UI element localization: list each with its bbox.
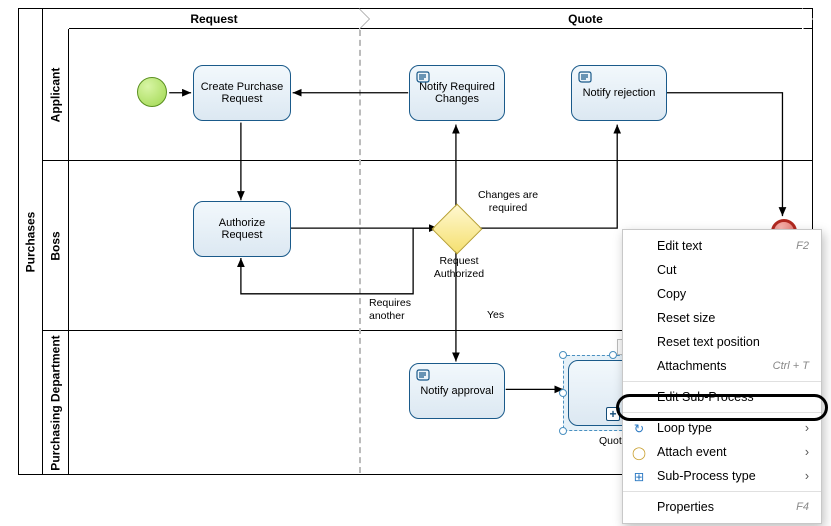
start-event[interactable] [137, 77, 167, 107]
pool-title-text: Purchases [24, 211, 38, 272]
task-label: Notify approval [420, 385, 493, 397]
menu-separator [623, 381, 821, 382]
lane-title-text: Purchasing Department [49, 335, 63, 470]
gateway-label-authorized: Request Authorized [431, 255, 487, 280]
subprocess-icon: ⊞ [631, 469, 647, 484]
menu-edit-subprocess[interactable]: Edit Sub-Process [623, 385, 821, 409]
task-authorize[interactable]: Authorize Request [193, 201, 291, 257]
menu-attach-event[interactable]: ◯ Attach event › [623, 440, 821, 464]
menu-label: Sub-Process type [657, 469, 756, 483]
script-icon [416, 70, 430, 87]
pool-title: Purchases [19, 9, 43, 474]
menu-attachments[interactable]: Attachments Ctrl + T [623, 354, 821, 378]
menu-copy[interactable]: Copy [623, 282, 821, 306]
menu-reset-size[interactable]: Reset size [623, 306, 821, 330]
menu-edit-text[interactable]: Edit text F2 [623, 234, 821, 258]
task-label: Notify rejection [583, 87, 656, 99]
menu-label: Edit Sub-Process [657, 390, 754, 404]
menu-label: Reset size [657, 311, 715, 325]
gateway-label-requires: Requires another [369, 297, 421, 322]
chevron-right-icon: › [805, 469, 809, 483]
menu-label: Reset text position [657, 335, 760, 349]
menu-shortcut: F2 [796, 240, 809, 252]
menu-reset-text-position[interactable]: Reset text position [623, 330, 821, 354]
task-notify-approval[interactable]: Notify approval [409, 363, 505, 419]
menu-subprocess-type[interactable]: ⊞ Sub-Process type › [623, 464, 821, 488]
menu-shortcut: Ctrl + T [773, 360, 809, 372]
phase-label: Quote [568, 12, 603, 26]
phase-request[interactable]: Request [69, 9, 359, 28]
menu-properties[interactable]: Properties F4 [623, 495, 821, 519]
menu-label: Cut [657, 263, 676, 277]
phase-quote[interactable]: Quote [359, 9, 812, 28]
menu-loop-type[interactable]: ↻ Loop type › [623, 416, 821, 440]
expand-icon[interactable]: + [606, 407, 620, 421]
menu-shortcut: F4 [796, 501, 809, 513]
resize-handle[interactable] [609, 351, 617, 359]
context-menu: Edit text F2 Cut Copy Reset size Reset t… [622, 229, 822, 524]
phase-label: Request [190, 12, 237, 26]
script-icon [416, 368, 430, 385]
menu-cut[interactable]: Cut [623, 258, 821, 282]
chevron-right-icon: › [805, 445, 809, 459]
lane-title: Applicant [43, 29, 69, 160]
resize-handle[interactable] [559, 389, 567, 397]
resize-handle[interactable] [559, 427, 567, 435]
menu-label: Properties [657, 500, 714, 514]
phase-header: Request Quote [69, 9, 812, 29]
menu-separator [623, 491, 821, 492]
chevron-right-icon: › [805, 421, 809, 435]
script-icon [578, 70, 592, 87]
menu-label: Attachments [657, 359, 726, 373]
gateway-label-changes: Changes are required [473, 189, 543, 214]
task-create-request[interactable]: Create Purchase Request [193, 65, 291, 121]
lane-title-text: Applicant [49, 67, 63, 122]
lane-title-text: Boss [49, 231, 63, 260]
menu-label: Edit text [657, 239, 702, 253]
flow-label-yes: Yes [487, 309, 504, 322]
task-label: Authorize Request [198, 217, 286, 241]
resize-handle[interactable] [559, 351, 567, 359]
task-label: Create Purchase Request [198, 81, 286, 105]
menu-separator [623, 412, 821, 413]
task-notify-changes[interactable]: Notify Required Changes [409, 65, 505, 121]
menu-label: Attach event [657, 445, 727, 459]
circle-icon: ◯ [631, 445, 647, 460]
loop-icon: ↻ [631, 421, 647, 436]
menu-label: Copy [657, 287, 686, 301]
lane-title: Purchasing Department [43, 331, 69, 475]
menu-label: Loop type [657, 421, 712, 435]
lane-title: Boss [43, 161, 69, 330]
task-notify-rejection[interactable]: Notify rejection [571, 65, 667, 121]
